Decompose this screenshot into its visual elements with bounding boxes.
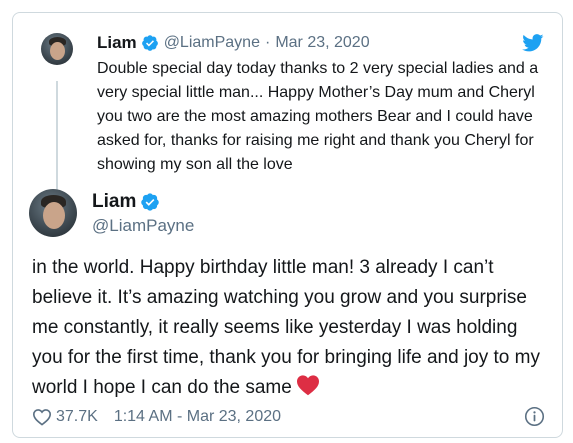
author-name[interactable]: Liam <box>92 190 136 214</box>
info-icon[interactable] <box>524 406 545 427</box>
author-avatar[interactable] <box>29 189 77 237</box>
verified-badge-icon <box>141 193 160 211</box>
author-name-row: Liam <box>92 190 160 214</box>
parent-tweet[interactable]: Liam @LiamPayne · Mar 23, 2020 Double sp… <box>41 29 561 199</box>
parent-tweet-text: Double special day today thanks to 2 ver… <box>97 60 539 173</box>
red-heart-emoji-icon <box>296 375 319 396</box>
embedded-tweet-card: Liam @LiamPayne · Mar 23, 2020 Double sp… <box>12 12 563 438</box>
parent-author-name[interactable]: Liam <box>97 33 137 53</box>
author-handle[interactable]: @LiamPayne <box>92 215 194 237</box>
parent-author-handle[interactable]: @LiamPayne <box>164 33 260 53</box>
tweet-timestamp[interactable]: 1:14 AM - Mar 23, 2020 <box>114 408 281 426</box>
separator-dot: · <box>264 34 271 51</box>
verified-badge-icon <box>141 35 158 51</box>
tweet-text-content: in the world. Happy birthday little man!… <box>32 257 540 398</box>
twitter-bird-icon[interactable] <box>522 34 544 52</box>
parent-tweet-header: Liam @LiamPayne · Mar 23, 2020 <box>97 33 370 53</box>
tweet-footer: 37.7K 1:14 AM - Mar 23, 2020 <box>32 405 552 429</box>
tweet-text: in the world. Happy birthday little man!… <box>32 253 552 403</box>
like-count[interactable]: 37.7K <box>56 408 98 426</box>
heart-outline-icon[interactable] <box>32 408 52 426</box>
parent-tweet-date[interactable]: Mar 23, 2020 <box>275 33 369 53</box>
